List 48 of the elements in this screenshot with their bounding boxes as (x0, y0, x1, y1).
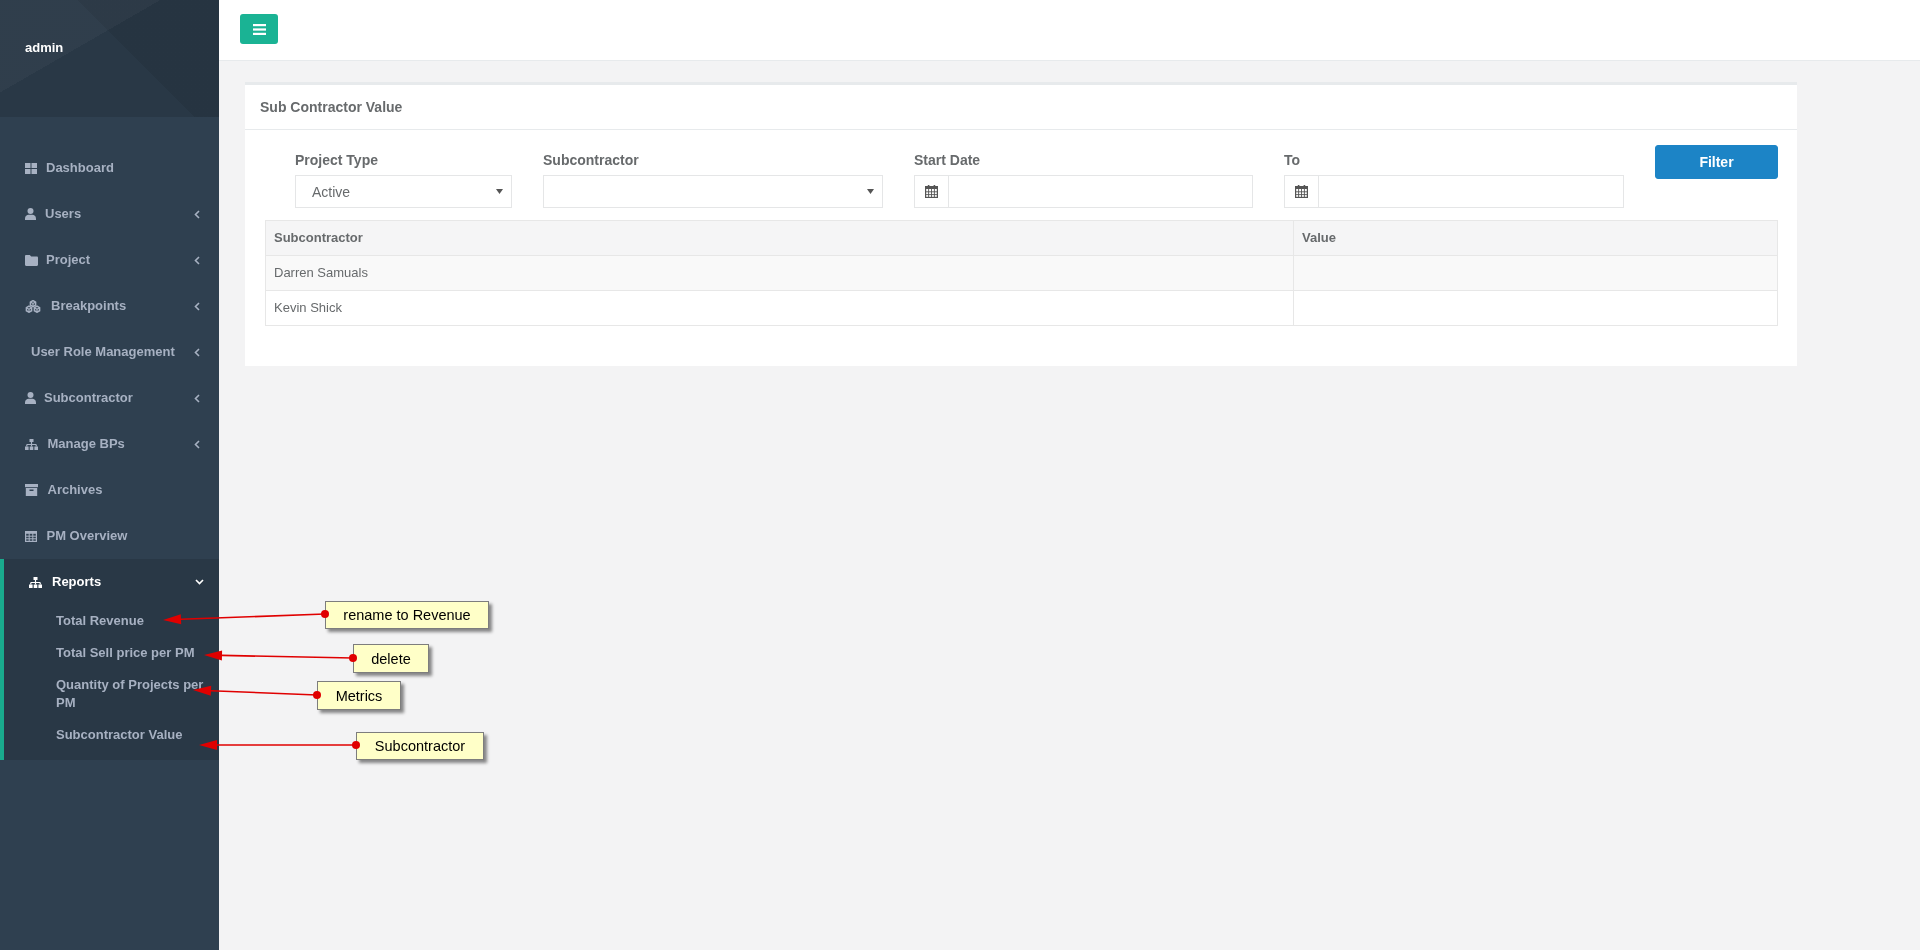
grid-icon (25, 162, 37, 174)
calendar-icon (1295, 185, 1308, 198)
menu-icon (252, 23, 266, 35)
sidebar-item[interactable]: Reports (4, 559, 219, 605)
user-icon (25, 208, 36, 220)
caret-icon (867, 189, 874, 194)
submenu-item[interactable]: Subcontractor Value (4, 719, 219, 751)
menu-button[interactable] (240, 14, 278, 44)
sidebar-item[interactable]: PM Overview (0, 513, 219, 559)
folder-icon (25, 254, 38, 266)
card-title: Sub Contractor Value (260, 99, 403, 115)
user-icon (25, 392, 36, 404)
submenu-item[interactable]: Total Revenue (4, 605, 219, 637)
sidebar-item[interactable]: Users (0, 191, 219, 237)
sidebar-item[interactable]: User Role Management (0, 329, 219, 375)
submenu-item[interactable]: Total Sell price per PM (4, 637, 219, 669)
dropdown-field[interactable] (543, 175, 883, 208)
table-cell: Darren Samuals (265, 255, 1294, 291)
field-label: Subcontractor (543, 151, 639, 170)
archive-box-icon (25, 484, 38, 496)
column-header: Subcontractor (265, 220, 1294, 256)
annotation-note: rename to Revenue (325, 601, 489, 629)
annotation-note: Subcontractor (356, 732, 484, 760)
calendar-icon (925, 185, 938, 198)
username-label: admin (25, 40, 64, 55)
filter-button[interactable]: Filter (1655, 145, 1778, 179)
sidebar-item[interactable]: Archives (0, 467, 219, 513)
sidebar-item[interactable]: Project (0, 237, 219, 283)
date-field[interactable] (914, 175, 1253, 208)
column-header: Value (1293, 220, 1778, 256)
field-label: Start Date (914, 151, 981, 170)
sidebar-item[interactable]: Breakpoints (0, 283, 219, 329)
caret-icon (496, 189, 503, 194)
field-label: To (1284, 151, 1301, 170)
cubes-icon (25, 299, 41, 313)
dropdown-field[interactable]: Active (295, 175, 512, 208)
date-field[interactable] (1284, 175, 1624, 208)
sidebar-item[interactable]: Dashboard (0, 145, 219, 191)
sidebar-item[interactable]: Subcontractor (0, 375, 219, 421)
sitemap-icon (29, 576, 42, 588)
annotation-note: delete (353, 644, 429, 673)
sidebar-item[interactable]: Manage BPs (0, 421, 219, 467)
table-cell: Kevin Shick (265, 290, 1294, 326)
table-icon (25, 530, 37, 542)
field-label: Project Type (295, 151, 378, 170)
sitemap-icon (25, 438, 38, 450)
annotation-note: Metrics (317, 681, 401, 710)
submenu-item[interactable]: Quantity of Projects per PM (4, 669, 219, 719)
